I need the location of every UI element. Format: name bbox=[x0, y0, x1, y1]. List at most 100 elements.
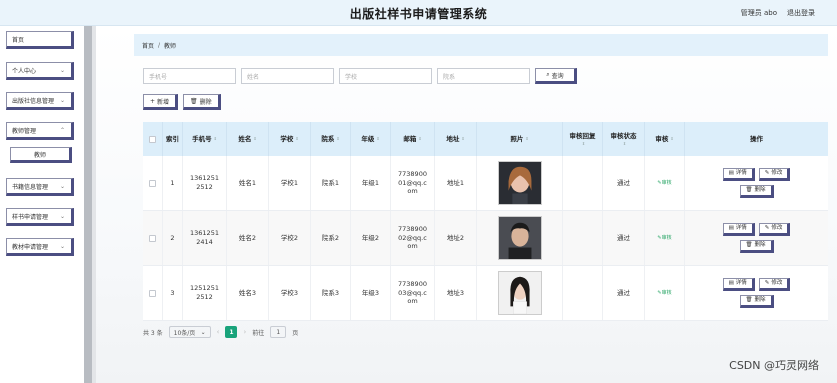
delete-button[interactable]: 🗑 删除 bbox=[183, 94, 221, 110]
sidebar-item-label: 教师管理 bbox=[12, 127, 37, 135]
sidebar-item-label: 教材申请管理 bbox=[12, 243, 49, 251]
row-checkbox[interactable] bbox=[149, 234, 156, 242]
checkbox[interactable] bbox=[149, 135, 156, 143]
sidebar: 首页 个人中心 ⌄ 出版社信息管理 ⌄ 教师管理 ⌃ 教师 书籍信息管理 ⌄ 样… bbox=[0, 26, 84, 383]
select-all-checkbox[interactable] bbox=[143, 122, 163, 156]
page-size-select[interactable]: 10条/页 ⌄ bbox=[168, 326, 211, 338]
audit-link[interactable]: ✎ 审核 bbox=[645, 211, 685, 265]
header-reply[interactable]: 审核回复 ⇕ bbox=[563, 122, 603, 156]
cell-dept: 院系2 bbox=[311, 211, 351, 265]
detail-button[interactable]: ▤ 详情 bbox=[722, 278, 755, 291]
sidebar-item-label: 书籍信息管理 bbox=[12, 183, 49, 191]
query-button-label: 查询 bbox=[551, 72, 564, 80]
sidebar-item-label: 样书申请管理 bbox=[12, 213, 49, 221]
cell-name: 姓名2 bbox=[227, 211, 269, 265]
audit-link[interactable]: ✎ 审核 bbox=[645, 156, 685, 210]
row-checkbox[interactable] bbox=[149, 179, 156, 187]
sidebar-subitem-teacher[interactable]: 教师 bbox=[10, 147, 72, 163]
header-grade[interactable]: 年级 ⇕ bbox=[351, 122, 391, 156]
user-area: 管理员 abo 退出登录 bbox=[741, 8, 815, 18]
cell-reply bbox=[563, 211, 603, 265]
edit-icon: ✎ bbox=[764, 279, 770, 286]
cell-grade: 年级1 bbox=[351, 156, 391, 210]
cell-index: 1 bbox=[163, 156, 183, 210]
edit-button[interactable]: ✎ 修改 bbox=[758, 278, 791, 291]
name-search-input[interactable]: 姓名 bbox=[241, 68, 334, 84]
breadcrumb-current: 教师 bbox=[164, 42, 177, 50]
teacher-table: 索引 手机号 ⇕ 姓名 ⇕ 学校 ⇕ 院系 ⇕ 年级 ⇕ 邮箱 ⇕ 地址 ⇕ 照片 ⇕ 审核回复… bbox=[143, 122, 828, 321]
row-delete-button[interactable]: 🗑 删除 bbox=[739, 295, 774, 308]
sidebar-item-teacher-mgmt[interactable]: 教师管理 ⌃ bbox=[6, 122, 74, 140]
cell-school: 学校1 bbox=[269, 156, 311, 210]
trash-icon: 🗑 bbox=[745, 186, 753, 193]
cell-status: 通过 bbox=[603, 266, 645, 320]
query-button[interactable]: ⌕ 查询 bbox=[535, 68, 577, 84]
cell-reply bbox=[563, 156, 603, 210]
sidebar-item-profile[interactable]: 个人中心 ⌄ bbox=[6, 62, 74, 80]
edit-button[interactable]: ✎ 修改 bbox=[758, 168, 791, 181]
detail-icon: ▤ bbox=[728, 224, 734, 231]
app-title: 出版社样书申请管理系统 bbox=[349, 7, 488, 21]
header-audit[interactable]: 审核 ⇕ bbox=[645, 122, 685, 156]
page-unit-label: 页 bbox=[292, 329, 299, 337]
header-photo[interactable]: 照片 ⇕ bbox=[477, 122, 563, 156]
logout-link[interactable]: 退出登录 bbox=[787, 8, 815, 18]
header-school[interactable]: 学校 ⇕ bbox=[269, 122, 311, 156]
header-dept[interactable]: 院系 ⇕ bbox=[311, 122, 351, 156]
header-status[interactable]: 审核状态 ⇕ bbox=[603, 122, 645, 156]
sidebar-item-publisher[interactable]: 出版社信息管理 ⌄ bbox=[6, 92, 74, 110]
page-number-current[interactable]: 1 bbox=[225, 326, 238, 338]
school-search-input[interactable]: 学校 bbox=[339, 68, 432, 84]
main-content: 首页 / 教师 手机号 姓名 学校 院系 ⌕ 查询 + 新增 🗑 删除 索引 手… bbox=[96, 26, 837, 383]
audit-link[interactable]: ✎ 审核 bbox=[645, 266, 685, 320]
sort-icon: ⇕ bbox=[581, 140, 586, 146]
teacher-photo bbox=[497, 216, 542, 260]
sidebar-item-label: 个人中心 bbox=[12, 67, 37, 75]
cell-grade: 年级2 bbox=[351, 211, 391, 265]
row-delete-button[interactable]: 🗑 删除 bbox=[739, 240, 774, 253]
detail-button[interactable]: ▤ 详情 bbox=[722, 168, 755, 181]
sidebar-item-label: 出版社信息管理 bbox=[12, 97, 55, 105]
cell-ops: ▤ 详情 ✎ 修改 🗑 删除 bbox=[685, 156, 828, 210]
cell-photo bbox=[477, 156, 563, 210]
add-button[interactable]: + 新增 bbox=[143, 94, 179, 110]
sidebar-item-sample-apply[interactable]: 样书申请管理 ⌄ bbox=[6, 208, 74, 226]
header-address[interactable]: 地址 ⇕ bbox=[435, 122, 477, 156]
next-page-icon[interactable]: › bbox=[243, 328, 246, 336]
cell-email: 7738900 03@qq.c om bbox=[391, 266, 435, 320]
header-name[interactable]: 姓名 ⇕ bbox=[227, 122, 269, 156]
chevron-down-icon: ⌄ bbox=[59, 183, 65, 190]
user-label: 管理员 abo bbox=[740, 9, 777, 17]
teacher-photo bbox=[497, 161, 542, 205]
sort-icon: ⇕ bbox=[336, 136, 340, 142]
header-ops: 操作 bbox=[750, 134, 763, 143]
edit-button[interactable]: ✎ 修改 bbox=[758, 223, 791, 236]
sidebar-scrollbar[interactable] bbox=[84, 26, 92, 383]
sidebar-item-home[interactable]: 首页 bbox=[6, 31, 74, 49]
detail-button[interactable]: ▤ 详情 bbox=[722, 223, 755, 236]
sidebar-item-label: 首页 bbox=[12, 36, 25, 44]
goto-page-input[interactable]: 1 bbox=[270, 326, 287, 338]
trash-icon: 🗑 bbox=[745, 296, 753, 303]
cell-address: 地址2 bbox=[435, 211, 477, 265]
breadcrumb-home[interactable]: 首页 bbox=[142, 41, 154, 50]
cell-phone: 1361251 2414 bbox=[183, 211, 227, 265]
sidebar-item-books[interactable]: 书籍信息管理 ⌄ bbox=[6, 178, 74, 196]
watermark: CSDN @巧灵网络 bbox=[729, 359, 819, 372]
phone-search-input[interactable]: 手机号 bbox=[143, 68, 236, 84]
dept-search-input[interactable]: 院系 bbox=[437, 68, 530, 84]
trash-icon: 🗑 bbox=[190, 97, 198, 105]
search-icon: ⌕ bbox=[546, 71, 550, 78]
edit-icon: ✎ bbox=[764, 169, 770, 176]
row-checkbox[interactable] bbox=[149, 289, 156, 297]
table-header: 索引 手机号 ⇕ 姓名 ⇕ 学校 ⇕ 院系 ⇕ 年级 ⇕ 邮箱 ⇕ 地址 ⇕ 照片 ⇕ 审核回复… bbox=[143, 122, 828, 156]
prev-page-icon[interactable]: ‹ bbox=[217, 328, 220, 336]
header-email[interactable]: 邮箱 ⇕ bbox=[391, 122, 435, 156]
cell-name: 姓名1 bbox=[227, 156, 269, 210]
cell-grade: 年级3 bbox=[351, 266, 391, 320]
cell-phone: 1361251 2512 bbox=[183, 156, 227, 210]
sidebar-item-textbook-apply[interactable]: 教材申请管理 ⌄ bbox=[6, 238, 74, 256]
table-row: 1 1361251 2512 姓名1 学校1 院系1 年级1 7738900 0… bbox=[143, 156, 828, 211]
header-phone[interactable]: 手机号 ⇕ bbox=[183, 122, 227, 156]
row-delete-button[interactable]: 🗑 删除 bbox=[739, 185, 774, 198]
